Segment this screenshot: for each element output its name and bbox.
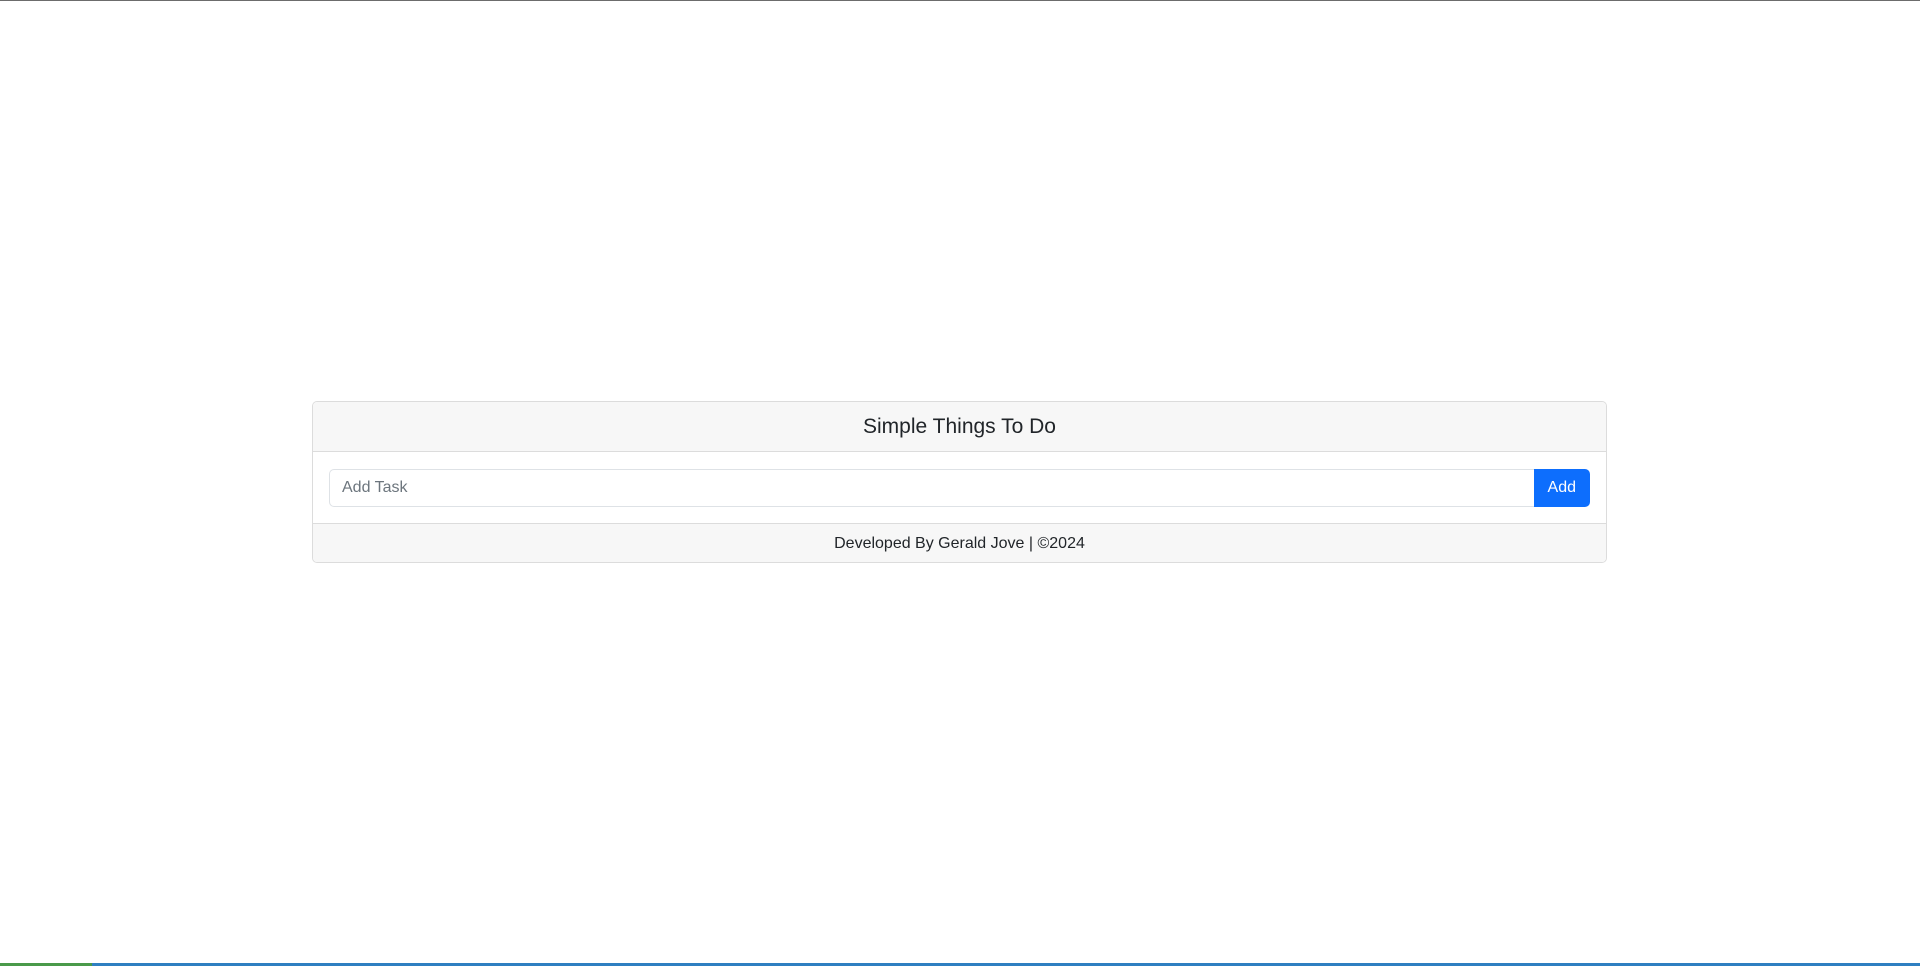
card-footer: Developed By Gerald Jove | ©2024 xyxy=(313,523,1606,562)
add-task-button[interactable]: Add xyxy=(1533,468,1590,507)
todo-card: Simple Things To Do Add Developed By Ger… xyxy=(312,401,1607,563)
card-header: Simple Things To Do xyxy=(313,402,1606,452)
window-top-border xyxy=(0,0,1920,1)
page-title: Simple Things To Do xyxy=(863,414,1056,438)
footer-credit: Developed By Gerald Jove | ©2024 xyxy=(834,535,1085,552)
task-form: Add xyxy=(313,452,1606,523)
add-task-input[interactable] xyxy=(329,468,1534,507)
